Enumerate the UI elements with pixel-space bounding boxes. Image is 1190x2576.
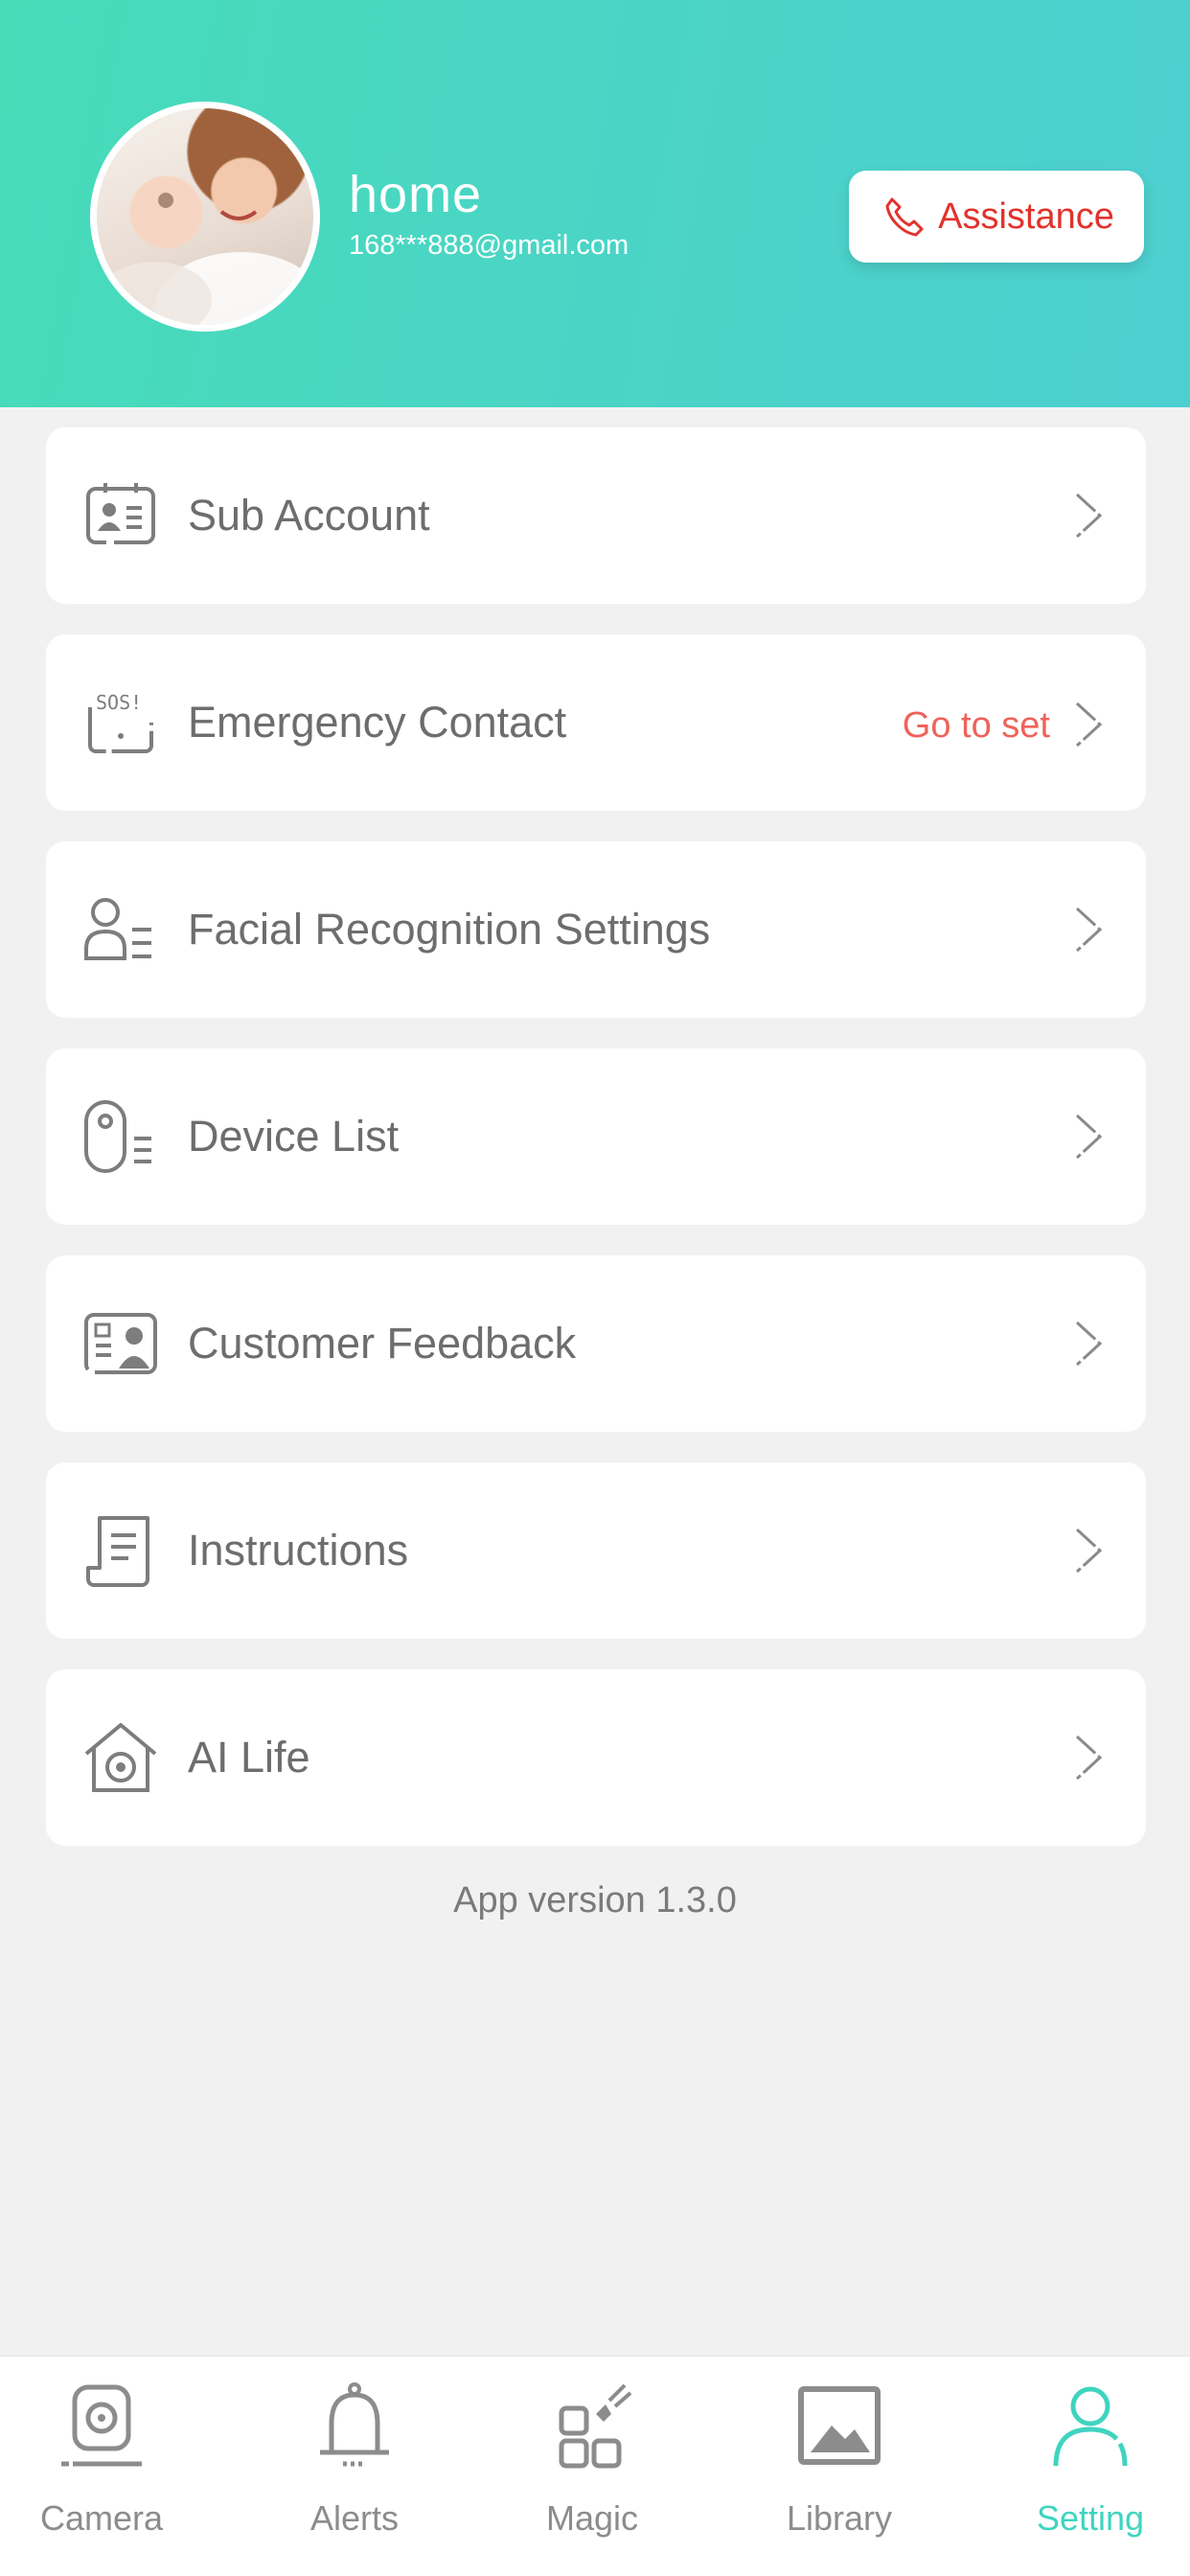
tab-label: Camera: [39, 2498, 164, 2538]
tab-library[interactable]: Library: [744, 2357, 935, 2576]
face-list-icon: [84, 898, 151, 960]
chevron-right-icon: [1075, 907, 1103, 953]
user-name: home: [349, 166, 483, 223]
assistance-button[interactable]: Assistance: [849, 171, 1144, 263]
chevron-right-icon: [1075, 493, 1103, 539]
bottom-tab-bar: Camera Alerts Magic Library Setting: [0, 2356, 1190, 2576]
menu-label: Emergency Contact: [188, 698, 567, 747]
avatar[interactable]: [90, 102, 320, 332]
menu-label: AI Life: [188, 1733, 310, 1782]
chevron-right-icon: [1075, 1321, 1103, 1367]
tab-camera[interactable]: Camera: [6, 2357, 197, 2576]
svg-text:SOS!: SOS!: [96, 691, 142, 714]
bell-icon: [320, 2382, 389, 2467]
menu-label: Customer Feedback: [188, 1319, 577, 1368]
menu-label: Device List: [188, 1112, 400, 1161]
chevron-right-icon: [1075, 1735, 1103, 1781]
sos-icon: SOS!: [88, 691, 153, 753]
magic-grid-icon: [559, 2383, 632, 2469]
menu-item-ai-life[interactable]: AI Life: [46, 1669, 1146, 1846]
tab-label: Alerts: [309, 2498, 400, 2538]
user-email: 168***888@gmail.com: [349, 230, 629, 261]
menu-label: Facial Recognition Settings: [188, 905, 711, 954]
image-icon: [798, 2386, 881, 2465]
id-card-icon: [86, 483, 155, 544]
chevron-right-icon: [1075, 1114, 1103, 1160]
tab-alerts[interactable]: Alerts: [259, 2357, 450, 2576]
go-to-set-link[interactable]: Go to set: [903, 634, 1050, 811]
assistance-label: Assistance: [938, 196, 1114, 237]
tab-label: Setting: [1036, 2498, 1145, 2538]
person-icon: [1053, 2386, 1128, 2467]
menu-item-facial-recognition[interactable]: Facial Recognition Settings: [46, 841, 1146, 1018]
menu-item-customer-feedback[interactable]: Customer Feedback: [46, 1255, 1146, 1432]
tab-label: Library: [786, 2498, 893, 2538]
feedback-icon: [84, 1313, 157, 1374]
menu-item-device-list[interactable]: Device List: [46, 1048, 1146, 1225]
camera-icon: [61, 2384, 142, 2467]
menu-item-emergency-contact[interactable]: SOS! Emergency Contact Go to set: [46, 634, 1146, 811]
avatar-photo-icon: [97, 193, 313, 325]
tab-label: Magic: [545, 2498, 639, 2538]
menu-item-instructions[interactable]: Instructions: [46, 1462, 1146, 1639]
phone-icon: [885, 197, 924, 237]
device-list-icon: [84, 1100, 151, 1173]
profile-header: home 168***888@gmail.com Assistance: [0, 0, 1190, 407]
app-version: App version 1.3.0: [453, 1880, 737, 1920]
menu-item-sub-account[interactable]: Sub Account: [46, 427, 1146, 604]
smart-home-icon: [84, 1723, 157, 1792]
chevron-right-icon: [1075, 1528, 1103, 1574]
menu-label: Sub Account: [188, 491, 430, 540]
menu-label: Instructions: [188, 1526, 409, 1575]
chevron-right-icon: [1075, 702, 1103, 748]
document-icon: [86, 1516, 149, 1587]
tab-setting[interactable]: Setting: [995, 2357, 1186, 2576]
tab-magic[interactable]: Magic: [496, 2357, 688, 2576]
